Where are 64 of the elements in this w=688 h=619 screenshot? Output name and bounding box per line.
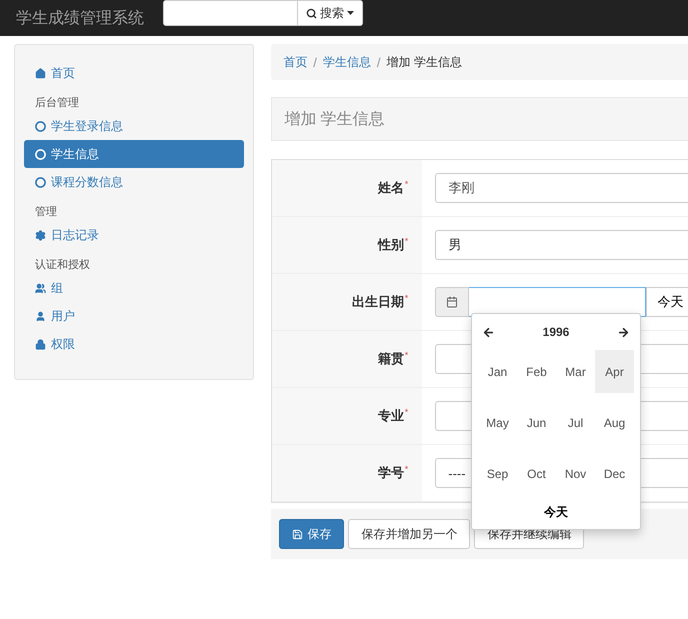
sidebar-heading: 管理 [34, 205, 58, 220]
sidebar-item[interactable]: 课程分数信息 [24, 168, 244, 196]
arrow-right-icon[interactable] [616, 326, 630, 338]
today-button[interactable]: 今天 [646, 287, 688, 317]
month-item[interactable]: Aug [595, 401, 634, 444]
circle-icon [35, 148, 46, 160]
page-title: 增加 学生信息 [284, 110, 385, 130]
sidebar-item[interactable]: 学生信息 [24, 140, 244, 168]
users-icon [35, 282, 46, 294]
search-icon [306, 8, 317, 18]
required-mark: * [404, 464, 408, 474]
month-item[interactable]: Nov [556, 452, 595, 495]
form-button[interactable]: 保存并增加另一个 [348, 519, 470, 549]
home-icon [35, 68, 46, 78]
sidebar-item[interactable]: 组 [24, 274, 244, 302]
breadcrumb-separator: / [376, 54, 381, 70]
gear-icon [35, 230, 46, 240]
picker-year[interactable]: 1996 [542, 325, 570, 339]
month-item[interactable]: Jul [556, 401, 595, 444]
sidebar-item[interactable]: 用户 [24, 302, 244, 330]
user-icon [35, 310, 46, 322]
month-item[interactable]: Oct [517, 452, 556, 495]
field-label: 籍贯 [378, 350, 404, 368]
sidebar-item[interactable]: 学生登录信息 [24, 112, 244, 140]
month-item[interactable]: Jun [517, 401, 556, 444]
required-mark: * [404, 293, 408, 303]
month-item[interactable]: Dec [595, 452, 634, 495]
month-item[interactable]: Jan [478, 350, 517, 393]
sidebar-item[interactable]: 权限 [24, 330, 244, 358]
breadcrumb-current: 增加 学生信息 [386, 54, 462, 70]
brand-title: 学生成绩管理系统 [15, 8, 145, 28]
required-mark: * [404, 350, 408, 360]
search-field[interactable] [163, 0, 298, 26]
required-mark: * [404, 407, 408, 417]
field-label: 学号 [378, 464, 404, 482]
caret-icon [347, 11, 354, 15]
month-item[interactable]: Apr [595, 350, 634, 393]
sidebar-heading: 认证和授权 [34, 258, 91, 273]
month-item[interactable]: Sep [478, 452, 517, 495]
required-mark: * [404, 179, 408, 189]
save-icon [292, 528, 304, 540]
field-label: 专业 [378, 407, 404, 425]
breadcrumb-link[interactable]: 学生信息 [322, 54, 371, 70]
month-item[interactable]: Feb [517, 350, 556, 393]
sidebar-item[interactable]: 首页 [24, 59, 244, 87]
required-mark: * [404, 236, 408, 246]
lock-icon [35, 338, 46, 350]
calendar-icon [446, 296, 458, 308]
select-field[interactable]: 男 [435, 230, 688, 260]
month-item[interactable]: Mar [556, 350, 595, 393]
search-button[interactable]: 搜索 [298, 0, 363, 26]
sidebar-heading: 后台管理 [34, 96, 80, 111]
breadcrumb-separator: / [313, 54, 317, 70]
month-item[interactable]: May [478, 401, 517, 444]
circle-icon [35, 120, 46, 132]
text-field[interactable]: 李刚 [435, 173, 688, 203]
field-label: 姓名 [378, 179, 404, 197]
circle-icon [35, 176, 46, 188]
field-label: 出生日期 [352, 293, 404, 311]
save-button[interactable]: 保存 [279, 519, 344, 549]
sidebar-item[interactable]: 日志记录 [24, 221, 244, 249]
field-label: 性别 [378, 236, 404, 254]
breadcrumb-link[interactable]: 首页 [283, 54, 308, 70]
arrow-left-icon[interactable] [482, 326, 495, 338]
